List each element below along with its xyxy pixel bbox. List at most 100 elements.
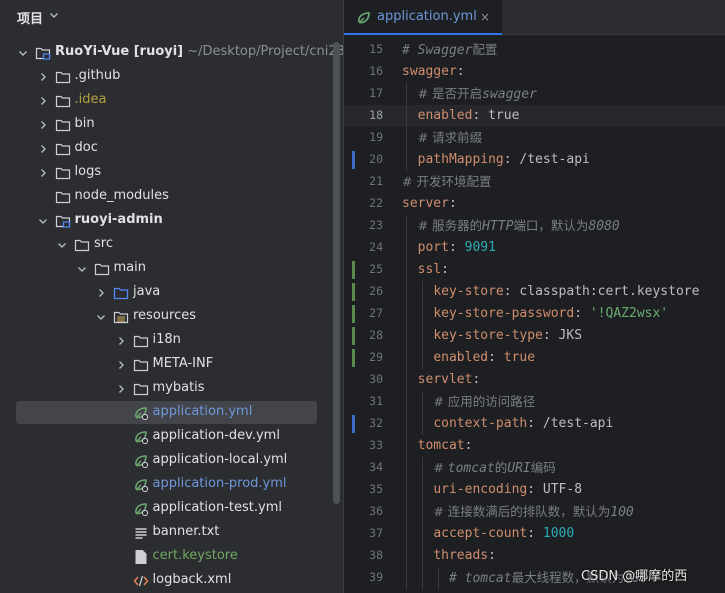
code-line[interactable]: 17 # 是否开启swagger <box>344 83 725 105</box>
tree-item[interactable]: RuoYi-Vue [ruoyi] ~/Desktop/Project/cni2… <box>0 41 349 65</box>
code-line[interactable]: 35 uri-encoding: UTF-8 <box>344 479 725 501</box>
code-line[interactable]: 20 pathMapping: /test-api <box>344 149 725 171</box>
code-token: '!QAZ2wsx' <box>589 306 669 321</box>
folder-icon <box>133 359 148 372</box>
tree-item[interactable]: resources <box>0 305 330 329</box>
code-line[interactable]: 18 enabled: true <box>344 105 725 127</box>
tree-item[interactable]: .github <box>0 65 330 89</box>
code-line[interactable]: 25 ssl: <box>344 259 725 281</box>
chevron-right-icon[interactable] <box>37 95 49 107</box>
code-token: key-store-password <box>433 306 575 321</box>
tree-item-text: RuoYi-Vue [ruoyi] ~/Desktop/Project/cni2… <box>55 43 349 61</box>
tree-item[interactable]: .idea <box>0 89 330 113</box>
tree-item[interactable]: cert.keystore <box>0 545 330 569</box>
tree-item[interactable]: node_modules <box>0 185 330 209</box>
chevron-right-icon[interactable] <box>115 383 127 395</box>
tree-item[interactable]: bin <box>0 113 330 137</box>
chevron-down-icon[interactable] <box>17 47 29 59</box>
code-text: key-store-password: '!QAZ2wsx' <box>402 305 668 323</box>
scrollbar[interactable] <box>333 42 340 504</box>
code-line[interactable]: 24 port: 9091 <box>344 237 725 259</box>
chevron-right-icon[interactable] <box>37 119 49 131</box>
added-line-marker[interactable] <box>352 305 355 323</box>
code-line[interactable]: 21 # 开发环境配置 <box>344 171 725 193</box>
code-line[interactable]: 16 swagger: <box>344 61 725 83</box>
code-token: threads <box>433 548 489 563</box>
chevron-right-icon[interactable] <box>115 359 127 371</box>
code-line[interactable]: 15 # Swagger配置 <box>344 39 725 61</box>
code-line[interactable]: 28 key-store-type: JKS <box>344 325 725 347</box>
code-line[interactable]: 36 # 连接数满后的排队数，默认为100 <box>344 501 725 523</box>
tree-item[interactable]: src <box>0 233 330 257</box>
added-line-marker[interactable] <box>352 283 355 301</box>
tree-item-label: bin <box>74 116 95 131</box>
code-token: true <box>503 350 536 365</box>
code-line[interactable]: 37 accept-count: 1000 <box>344 523 725 545</box>
project-panel-header[interactable]: 项目 <box>0 0 343 34</box>
line-number: 19 <box>369 130 383 144</box>
tree-item-text: application.yml <box>153 403 253 421</box>
chevron-right-icon[interactable] <box>37 167 49 179</box>
tree-item[interactable]: application-prod.yml <box>0 473 330 497</box>
chevron-right-icon[interactable] <box>37 143 49 155</box>
tree-item[interactable]: java <box>0 281 330 305</box>
tree-item-text: banner.txt <box>153 523 220 541</box>
tree-item[interactable]: application.yml <box>0 401 330 425</box>
code-line[interactable]: 34 # tomcat的URI编码 <box>344 457 725 479</box>
code-token: servlet <box>417 372 473 387</box>
code-line[interactable]: 33 tomcat: <box>344 435 725 457</box>
line-number: 39 <box>369 570 383 584</box>
tab-application-yml[interactable]: application.yml × <box>344 0 502 35</box>
tree-item[interactable]: application-dev.yml <box>0 425 330 449</box>
added-line-marker[interactable] <box>352 261 355 279</box>
code-line[interactable]: 22 server: <box>344 193 725 215</box>
added-line-marker[interactable] <box>352 349 355 367</box>
indent-guide <box>438 567 439 589</box>
tree-item[interactable]: ruoyi-admin <box>0 209 330 233</box>
tree-item[interactable]: logs <box>0 161 330 185</box>
tree-item-text: ruoyi-admin <box>75 211 163 229</box>
code-token: uri-encoding <box>433 482 528 497</box>
code-token: # tomcat <box>448 571 512 586</box>
tree-item-label: banner.txt <box>152 524 220 539</box>
code-token: : /test-api <box>503 152 590 167</box>
code-line[interactable]: 38 threads: <box>344 545 725 567</box>
code-token: tomcat <box>447 461 495 476</box>
panel-title: 项目 <box>17 12 44 27</box>
tree-item[interactable]: logback.xml <box>0 569 330 593</box>
code-line[interactable]: 26 key-store: classpath:cert.keystore <box>344 281 725 303</box>
chevron-down-icon[interactable] <box>95 311 107 323</box>
line-number: 30 <box>369 372 383 386</box>
code-line[interactable]: 31 # 应用的访问路径 <box>344 391 725 413</box>
code-line[interactable]: 23 # 服务器的HTTP端口，默认为8080 <box>344 215 725 237</box>
close-icon[interactable]: × <box>480 10 490 24</box>
code-line[interactable]: 29 enabled: true <box>344 347 725 369</box>
chevron-down-icon[interactable] <box>37 215 49 227</box>
tree-item[interactable]: META-INF <box>0 353 330 377</box>
tree-item[interactable]: application-test.yml <box>0 497 330 521</box>
chevron-right-icon[interactable] <box>95 287 107 299</box>
chevron-down-icon[interactable] <box>48 9 60 21</box>
added-line-marker[interactable] <box>352 327 355 345</box>
code-line[interactable]: 30 servlet: <box>344 369 725 391</box>
chevron-right-icon[interactable] <box>37 71 49 83</box>
tree-item[interactable]: mybatis <box>0 377 330 401</box>
modified-line-marker[interactable] <box>352 151 355 169</box>
chevron-down-icon[interactable] <box>76 263 88 275</box>
code-line[interactable]: 32 context-path: /test-api <box>344 413 725 435</box>
code-token: : <box>488 548 496 563</box>
code-line[interactable]: 19 # 请求前缀 <box>344 127 725 149</box>
modified-line-marker[interactable] <box>352 415 355 433</box>
tree-item[interactable]: main <box>0 257 330 281</box>
code-line[interactable]: 27 key-store-password: '!QAZ2wsx' <box>344 303 725 325</box>
tree-item[interactable]: application-local.yml <box>0 449 330 473</box>
code-text: # 开发环境配置 <box>402 173 491 192</box>
chevron-right-icon[interactable] <box>115 335 127 347</box>
chevron-down-icon[interactable] <box>56 239 68 251</box>
tree-item[interactable]: banner.txt <box>0 521 330 545</box>
tree-item[interactable]: i18n <box>0 329 330 353</box>
tree-item[interactable]: doc <box>0 137 330 161</box>
